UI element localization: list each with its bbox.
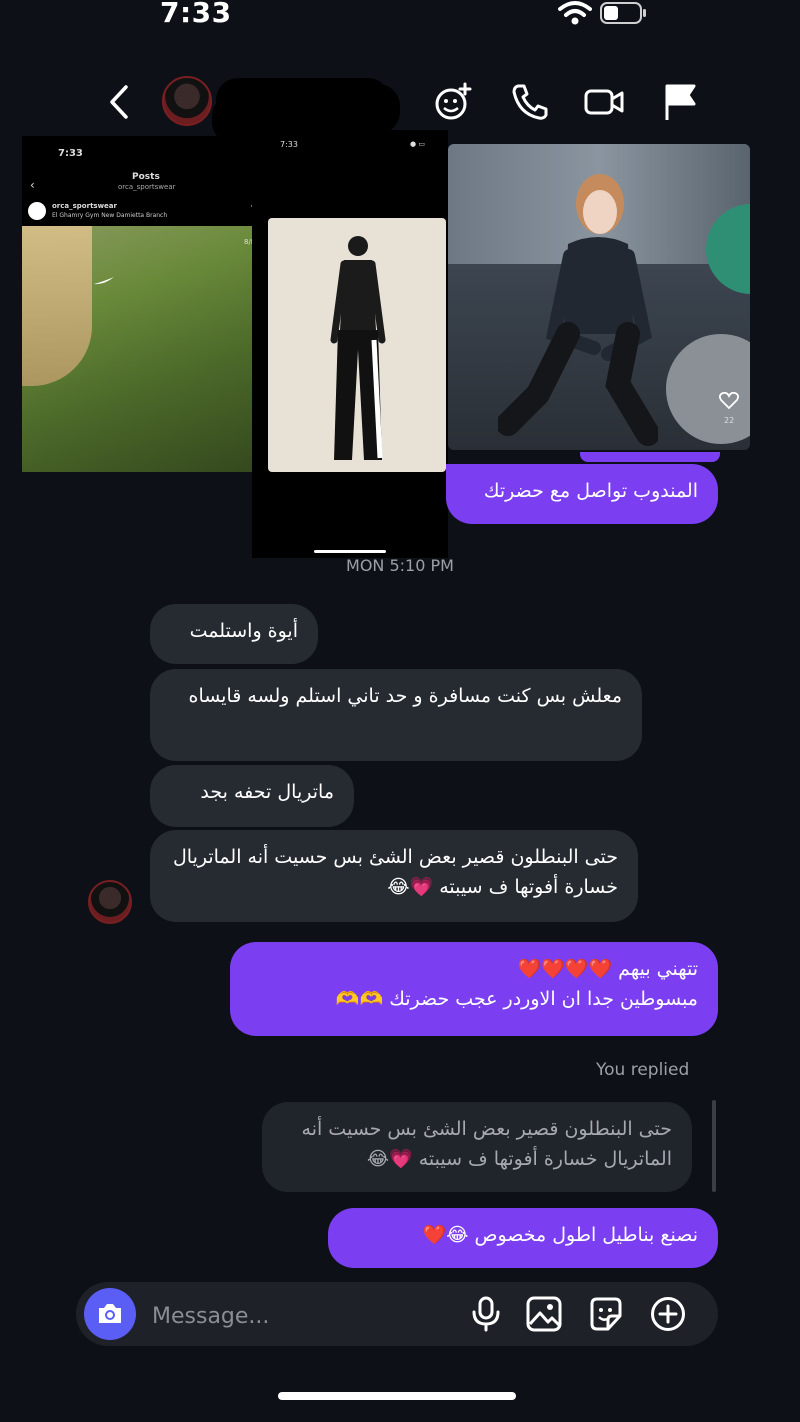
camera-icon xyxy=(99,1304,121,1323)
message-incoming[interactable]: ماتريال تحفه بجد xyxy=(150,765,354,827)
message-outgoing[interactable]: نصنع بناطيل اطول مخصوص 😂❤️ xyxy=(328,1208,718,1268)
plus-icon[interactable] xyxy=(650,1296,686,1332)
camera-button[interactable] xyxy=(84,1288,136,1340)
back-icon[interactable] xyxy=(104,84,136,120)
reply-indicator xyxy=(712,1100,716,1192)
screenshot-time-2: 7:33 xyxy=(280,140,298,149)
message-incoming[interactable]: معلش بس كنت مسافرة و حد تاني استلم ولسه … xyxy=(150,669,642,761)
phone-icon[interactable] xyxy=(510,82,550,122)
avatar[interactable] xyxy=(88,880,132,924)
status-time: 7:33 xyxy=(160,0,232,29)
screenshot-title: Posts xyxy=(132,172,160,182)
message-line: مبسوطين جدا ان الاوردر عجب حضرتك 🫶🫶 xyxy=(335,988,698,1010)
like-count: 22 xyxy=(724,416,735,425)
post-account: orca_sportswear xyxy=(52,202,117,210)
gallery-icon[interactable] xyxy=(526,1296,562,1332)
avatar[interactable] xyxy=(162,76,212,126)
replied-label: You replied xyxy=(596,1060,690,1080)
video-icon[interactable] xyxy=(584,82,624,122)
message-outgoing-partial[interactable]: المندوب تواصل مع حضرتك xyxy=(446,464,718,524)
screenshot-time: 7:33 xyxy=(58,148,83,159)
logo-icon xyxy=(94,277,114,285)
chevron-left-icon: ‹ xyxy=(30,178,35,192)
message-incoming[interactable]: أيوة واستلمت xyxy=(150,604,318,664)
screenshot-handle: orca_sportswear xyxy=(118,183,176,191)
post-screenshot[interactable]: 7:33 Posts orca_sportswear ‹ orca_sports… xyxy=(22,136,268,472)
redacted-contact-name[interactable] xyxy=(216,78,390,128)
sticker-icon[interactable] xyxy=(588,1296,624,1332)
quoted-message[interactable]: حتى البنطلون قصير بعض الشئ بس حسيت أنه ا… xyxy=(262,1102,692,1192)
wifi-icon xyxy=(558,1,592,25)
home-indicator[interactable] xyxy=(278,1392,516,1400)
battery-icon xyxy=(600,2,646,24)
heart-icon[interactable] xyxy=(719,392,739,410)
message-incoming[interactable]: حتى البنطلون قصير بعض الشئ بس حسيت أنه ا… xyxy=(150,830,638,922)
flag-icon[interactable] xyxy=(660,82,700,122)
gym-photo[interactable]: 22 xyxy=(448,144,750,450)
athlete-figure xyxy=(498,174,658,446)
mic-icon[interactable] xyxy=(468,1296,504,1332)
message-input[interactable] xyxy=(150,1298,454,1334)
message-outgoing[interactable]: تتهني بيهم ❤️❤️❤️❤️ مبسوطين جدا ان الاور… xyxy=(230,942,718,1036)
product-screenshot[interactable]: 7:33 ● ▭ xyxy=(252,130,448,558)
timestamp: MON 5:10 PM xyxy=(346,556,454,575)
product-image xyxy=(268,218,446,472)
message-line: تتهني بيهم ❤️❤️❤️❤️ xyxy=(517,958,698,980)
effects-icon[interactable] xyxy=(434,82,474,122)
post-location: El Ghamry Gym New Damietta Branch xyxy=(52,212,168,219)
